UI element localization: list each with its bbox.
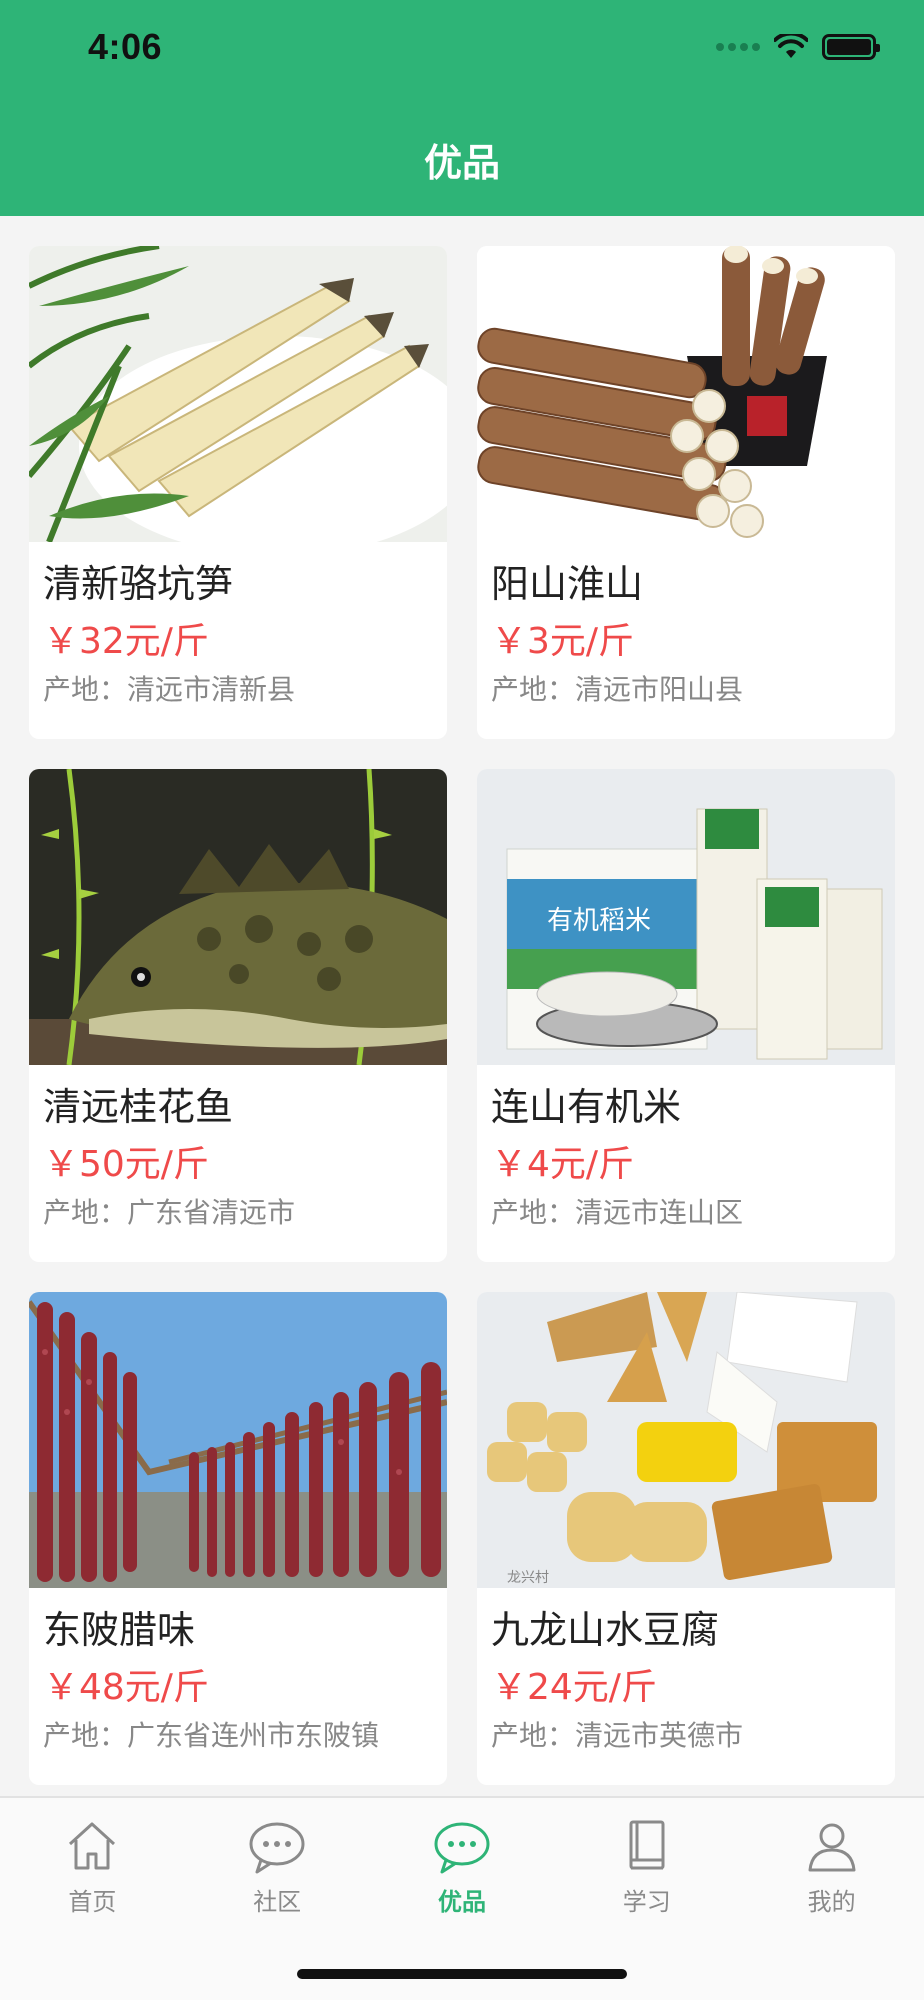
product-price: ￥32元/斤 xyxy=(43,621,209,662)
product-image-cured-sausages xyxy=(29,1292,447,1588)
tab-home[interactable]: 首页 xyxy=(0,1816,185,1917)
book-icon xyxy=(629,1820,665,1870)
product-price: ￥4元/斤 xyxy=(491,1144,635,1185)
signal-icon xyxy=(716,43,760,51)
tab-label: 我的 xyxy=(807,1888,856,1916)
product-image-mandarin-fish xyxy=(29,769,447,1065)
product-card[interactable]: 东陂腊味 ￥48元/斤 产地：广东省连州市东陂镇 xyxy=(29,1292,447,1785)
tab-label: 社区 xyxy=(253,1888,302,1916)
product-card[interactable]: 清新骆坑笋 ￥32元/斤 产地：清远市清新县 xyxy=(29,246,447,739)
rice-box-text: 有机稻米 xyxy=(547,906,651,936)
product-image-bamboo-shoots xyxy=(29,246,447,542)
product-image-organic-rice: 有机稻米 xyxy=(477,769,895,1065)
product-image-chinese-yam xyxy=(477,246,895,542)
product-price: ￥3元/斤 xyxy=(491,621,635,662)
tab-community[interactable]: 社区 xyxy=(185,1816,370,1917)
product-card[interactable]: 有机稻米 连山有机米 ￥4元/斤 产地：清远市连山区 xyxy=(477,769,895,1262)
product-name: 清新骆坑笋 xyxy=(43,562,234,606)
product-origin: 产地：清远市清新县 xyxy=(43,673,296,706)
product-grid: 清新骆坑笋 ￥32元/斤 产地：清远市清新县 阳山淮山 ￥3元/斤 产地：清远市… xyxy=(29,246,895,1785)
chat-icon xyxy=(434,1822,490,1874)
status-time: 4:06 xyxy=(88,26,163,67)
svg-text:龙兴村: 龙兴村 xyxy=(507,1570,549,1586)
product-name: 阳山淮山 xyxy=(491,562,644,606)
wifi-icon xyxy=(774,34,808,58)
tab-study[interactable]: 学习 xyxy=(554,1816,739,1917)
product-card[interactable]: 阳山淮山 ￥3元/斤 产地：清远市阳山县 xyxy=(477,246,895,739)
tab-label: 学习 xyxy=(622,1888,671,1916)
product-origin: 产地：广东省连州市东陂镇 xyxy=(43,1719,380,1752)
tab-mine[interactable]: 我的 xyxy=(739,1816,924,1917)
product-card[interactable]: 龙兴村 九龙山水豆腐 ￥24元/斤 产地：清远市英德市 xyxy=(477,1292,895,1785)
product-card[interactable]: 清远桂花鱼 ￥50元/斤 产地：广东省清远市 xyxy=(29,769,447,1262)
product-name: 清远桂花鱼 xyxy=(43,1085,234,1129)
product-name: 东陂腊味 xyxy=(43,1608,196,1652)
product-name: 九龙山水豆腐 xyxy=(491,1608,720,1652)
product-price: ￥48元/斤 xyxy=(43,1667,209,1708)
product-origin: 产地：清远市英德市 xyxy=(491,1719,744,1752)
user-icon xyxy=(808,1823,856,1872)
page-title: 优品 xyxy=(423,141,500,185)
product-name: 连山有机米 xyxy=(491,1085,682,1129)
product-price: ￥50元/斤 xyxy=(43,1144,209,1185)
battery-icon xyxy=(822,34,880,60)
top-header: 4:06 优品 xyxy=(0,0,924,216)
product-origin: 产地：清远市连山区 xyxy=(491,1196,744,1229)
tab-label: 优品 xyxy=(437,1888,486,1916)
product-image-tofu: 龙兴村 xyxy=(477,1292,895,1588)
product-origin: 产地：清远市阳山县 xyxy=(491,673,744,706)
home-icon xyxy=(69,1822,116,1870)
product-price: ￥24元/斤 xyxy=(491,1667,657,1708)
tab-products[interactable]: 优品 xyxy=(370,1816,555,1917)
tab-label: 首页 xyxy=(68,1888,117,1916)
product-origin: 产地：广东省清远市 xyxy=(43,1196,296,1229)
status-icons xyxy=(716,34,880,60)
chat-icon xyxy=(249,1822,305,1874)
home-indicator xyxy=(297,1969,627,1979)
